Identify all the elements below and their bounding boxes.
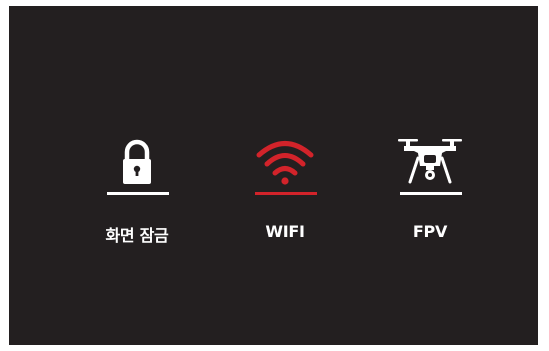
menu-item-screen-lock[interactable]: 화면 잠금	[77, 126, 197, 256]
menu-item-label: WIFI	[265, 222, 305, 241]
menu-item-underline	[107, 192, 169, 195]
menu-item-fpv[interactable]: FPV	[370, 126, 490, 256]
wifi-icon	[225, 126, 345, 186]
menu-item-label: FPV	[412, 222, 448, 241]
lock-icon	[77, 126, 197, 186]
menu-item-label: 화면 잠금	[105, 226, 169, 245]
menu-screen: 화면 잠금 WIFI FPV	[9, 6, 538, 345]
drone-icon	[370, 126, 490, 186]
menu-item-wifi[interactable]: WIFI	[225, 126, 345, 256]
menu-item-underline	[400, 192, 462, 195]
menu-item-underline	[255, 192, 317, 195]
